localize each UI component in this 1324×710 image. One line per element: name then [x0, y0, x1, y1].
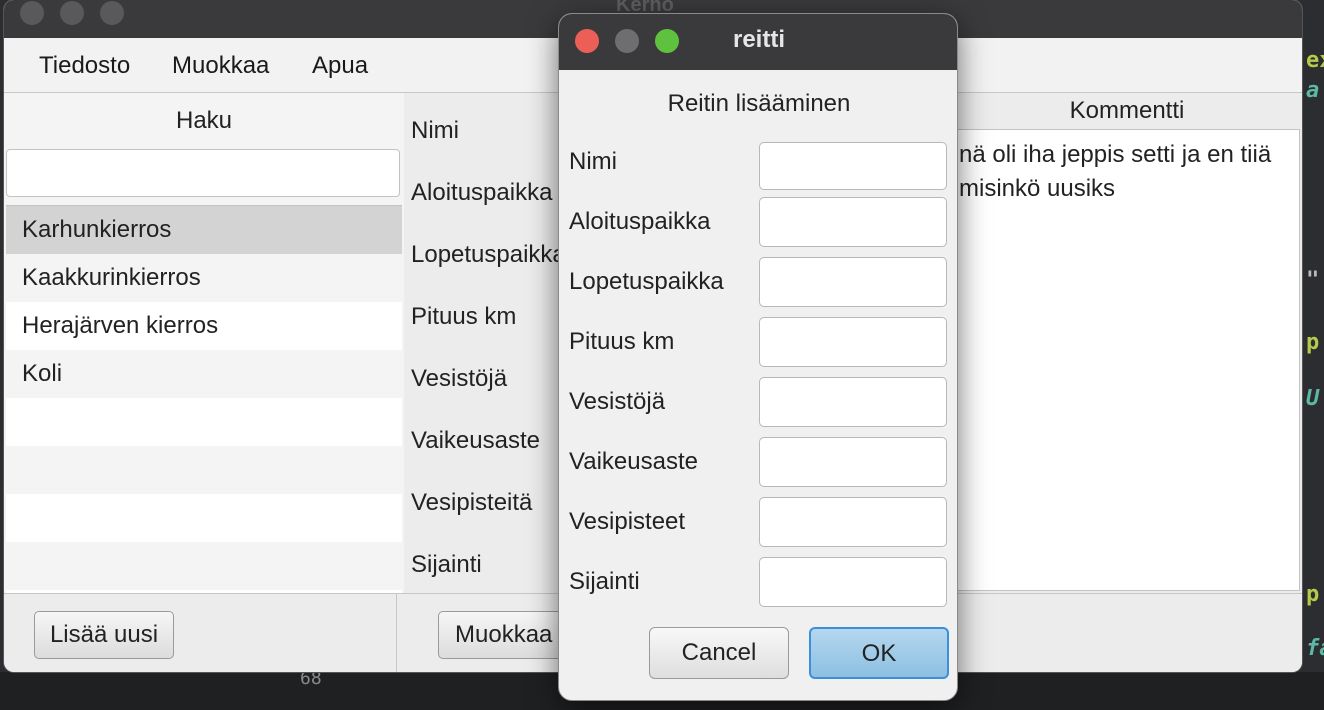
list-item-empty[interactable]	[6, 398, 402, 446]
list-item[interactable]: Herajärven kierros	[6, 302, 402, 350]
aloituspaikka-label: Aloituspaikka	[569, 208, 711, 235]
ok-button[interactable]: OK	[809, 627, 949, 679]
menu-muokkaa[interactable]: Muokkaa	[172, 52, 269, 80]
add-new-button[interactable]: Lisää uusi	[34, 611, 174, 659]
vesistoja-input[interactable]	[759, 377, 947, 427]
vaikeusaste-label: Vaikeusaste	[569, 448, 698, 475]
field-label-pituus: Pituus km	[411, 303, 517, 330]
vesipisteet-label: Vesipisteet	[569, 508, 686, 535]
cancel-button[interactable]: Cancel	[649, 627, 789, 679]
dialog-titlebar: reitti	[559, 14, 957, 70]
route-list[interactable]: Karhunkierros Kaakkurinkierros Herajärve…	[6, 205, 402, 594]
edit-button[interactable]: Muokkaa	[438, 611, 578, 659]
code-fragment: fa	[1306, 636, 1324, 661]
code-fragment: "	[1306, 268, 1320, 293]
field-label-vaikeusaste: Vaikeusaste	[411, 427, 540, 454]
sijainti-input[interactable]	[759, 557, 947, 607]
code-fragment: ex	[1306, 48, 1324, 73]
dialog-heading: Reitin lisääminen	[667, 90, 851, 117]
aloituspaikka-input[interactable]	[759, 197, 947, 247]
vesipisteet-input[interactable]	[759, 497, 947, 547]
vesistoja-label: Vesistöjä	[569, 388, 666, 415]
list-item[interactable]: Koli	[6, 350, 402, 398]
field-label-sijainti: Sijainti	[411, 551, 482, 578]
comment-textarea[interactable]: nä oli iha jeppis setti ja en tiiä misink…	[952, 129, 1300, 591]
list-item[interactable]: Kaakkurinkierros	[6, 254, 402, 302]
search-input[interactable]	[6, 149, 400, 197]
add-route-dialog: reitti Reitin lisääminen Nimi Aloituspai…	[558, 13, 958, 701]
pituus-input[interactable]	[759, 317, 947, 367]
dialog-title: reitti	[732, 26, 785, 53]
list-item-empty[interactable]	[6, 446, 402, 494]
comment-pane: Kommentti nä oli iha jeppis setti ja en …	[952, 93, 1302, 593]
minimize-button[interactable]	[60, 1, 84, 25]
vaikeusaste-input[interactable]	[759, 437, 947, 487]
comment-line: misinkö uusiks	[959, 175, 1116, 202]
code-fragment: a'	[1306, 78, 1324, 103]
lopetuspaikka-input[interactable]	[759, 257, 947, 307]
search-pane: Haku Karhunkierros Kaakkurinkierros Hera…	[4, 93, 405, 594]
divider	[396, 594, 397, 672]
nimi-label: Nimi	[569, 148, 617, 175]
code-fragment: p	[1306, 582, 1320, 607]
lopetuspaikka-label: Lopetuspaikka	[569, 268, 724, 295]
field-label-aloituspaikka: Aloituspaikka	[411, 179, 553, 206]
list-item[interactable]: Karhunkierros	[6, 206, 402, 254]
code-fragment: U	[1306, 386, 1320, 411]
search-label: Haku	[175, 107, 233, 134]
menu-tiedosto[interactable]: Tiedosto	[39, 52, 130, 80]
comment-line: nä oli iha jeppis setti ja en tiiä	[959, 141, 1272, 168]
field-label-vesipisteita: Vesipisteitä	[411, 489, 533, 516]
nimi-input[interactable]	[759, 142, 947, 190]
list-item-empty[interactable]	[6, 494, 402, 542]
sijainti-label: Sijainti	[569, 568, 640, 595]
comment-header: Kommentti	[1069, 97, 1185, 124]
field-label-lopetuspaikka: Lopetuspaikka	[411, 241, 566, 268]
close-button[interactable]	[20, 1, 44, 25]
list-item-empty[interactable]	[6, 542, 402, 590]
field-label-vesistoja: Vesistöjä	[411, 365, 508, 392]
code-fragment: p	[1306, 330, 1320, 355]
menu-apua[interactable]: Apua	[312, 52, 368, 80]
pituus-label: Pituus km	[569, 328, 675, 355]
zoom-button[interactable]	[100, 1, 124, 25]
field-label-nimi: Nimi	[411, 117, 459, 144]
